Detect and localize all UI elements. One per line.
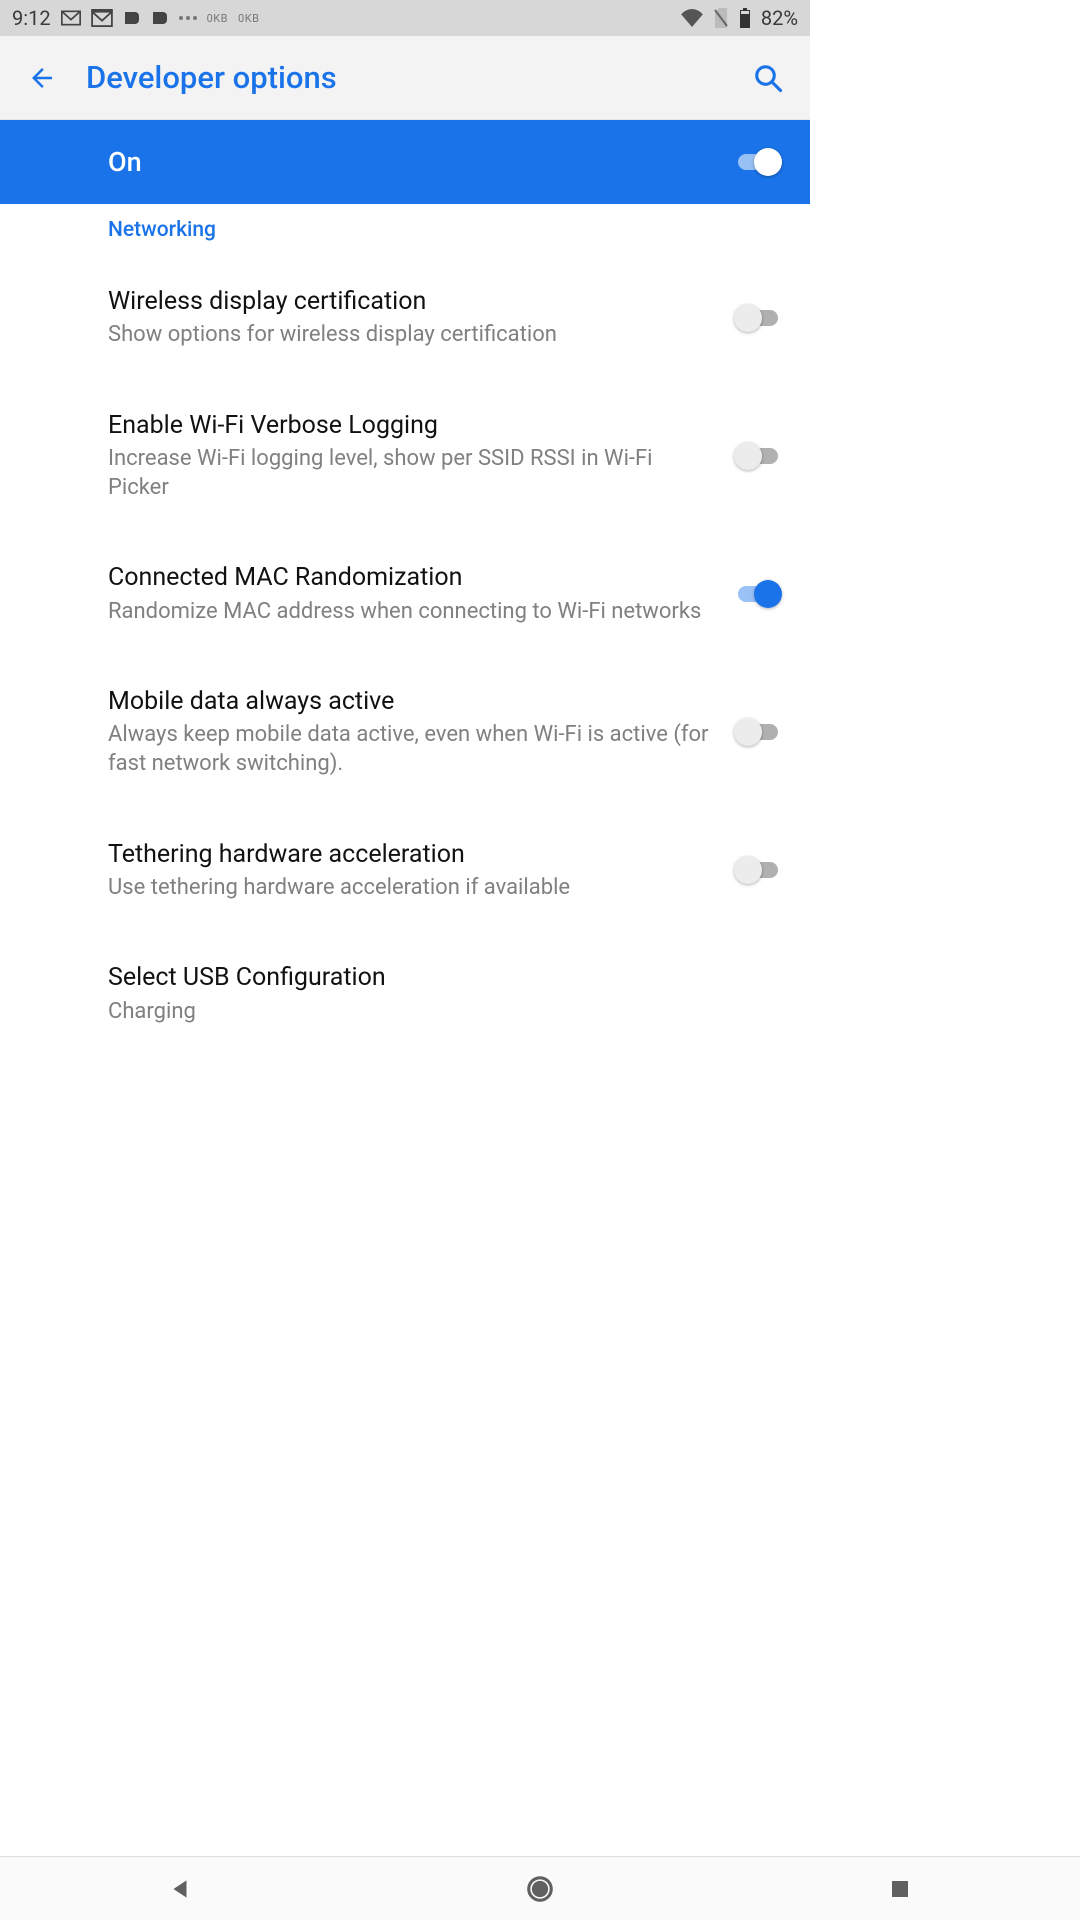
triangle-back-icon xyxy=(167,1876,193,1902)
setting-title: Select USB Configuration xyxy=(108,962,758,993)
net-speed-2: 0KB xyxy=(238,12,259,25)
setting-subtitle: Increase Wi-Fi logging level, show per S… xyxy=(108,445,710,502)
no-sim-icon xyxy=(713,8,729,28)
circle-home-icon xyxy=(525,1874,555,1904)
status-time: 9:12 xyxy=(12,6,51,30)
wifi-icon xyxy=(681,9,703,27)
setting-usb-config[interactable]: Select USB Configuration Charging xyxy=(0,932,810,1026)
toggle-mac-randomization[interactable] xyxy=(734,580,782,608)
setting-subtitle: Always keep mobile data active, even whe… xyxy=(108,721,710,778)
notification-icon xyxy=(123,10,141,26)
setting-subtitle: Use tethering hardware acceleration if a… xyxy=(108,874,710,903)
nav-recent-button[interactable] xyxy=(868,1857,932,1921)
setting-mac-randomization[interactable]: Connected MAC Randomization Randomize MA… xyxy=(0,532,810,656)
setting-title: Wireless display certification xyxy=(108,286,710,317)
arrow-left-icon xyxy=(27,63,57,93)
setting-wireless-display-cert[interactable]: Wireless display certification Show opti… xyxy=(0,256,810,380)
setting-wifi-verbose-logging[interactable]: Enable Wi-Fi Verbose Logging Increase Wi… xyxy=(0,380,810,532)
setting-title: Enable Wi-Fi Verbose Logging xyxy=(108,410,710,441)
nav-back-button[interactable] xyxy=(148,1857,212,1921)
nav-home-button[interactable] xyxy=(508,1857,572,1921)
status-bar: 9:12 0KB 0KB 82% xyxy=(0,0,810,36)
search-icon xyxy=(753,63,783,93)
setting-subtitle: Charging xyxy=(108,998,758,1027)
setting-mobile-data-always-active[interactable]: Mobile data always active Always keep mo… xyxy=(0,656,810,808)
gmail-icon xyxy=(61,10,81,26)
master-switch-row[interactable]: On xyxy=(0,120,810,204)
status-left: 9:12 0KB 0KB xyxy=(12,6,259,30)
gmail-icon xyxy=(91,9,113,27)
battery-percent: 82% xyxy=(761,6,798,30)
setting-title: Connected MAC Randomization xyxy=(108,562,710,593)
toggle-wifi-verbose-logging[interactable] xyxy=(734,442,782,470)
app-bar: Developer options xyxy=(0,36,810,120)
square-recent-icon xyxy=(888,1877,912,1901)
net-speed-1: 0KB xyxy=(207,12,228,25)
notification-icon xyxy=(151,10,169,26)
back-button[interactable] xyxy=(18,54,66,102)
setting-subtitle: Randomize MAC address when connecting to… xyxy=(108,598,710,627)
search-button[interactable] xyxy=(744,54,792,102)
overflow-dots-icon xyxy=(179,16,197,20)
battery-icon xyxy=(739,8,751,28)
setting-tethering-hw-accel[interactable]: Tethering hardware acceleration Use teth… xyxy=(0,809,810,933)
content-scroll[interactable]: On Networking Wireless display certifica… xyxy=(0,120,810,1376)
setting-title: Tethering hardware acceleration xyxy=(108,839,710,870)
section-header-networking: Networking xyxy=(0,204,810,256)
settings-list: Wireless display certification Show opti… xyxy=(0,256,810,1026)
master-switch-label: On xyxy=(108,146,734,178)
status-right: 82% xyxy=(681,6,798,30)
toggle-tethering-hw-accel[interactable] xyxy=(734,856,782,884)
master-toggle[interactable] xyxy=(734,148,782,176)
navigation-bar xyxy=(0,1856,1080,1920)
toggle-wireless-display-cert[interactable] xyxy=(734,304,782,332)
setting-title: Mobile data always active xyxy=(108,686,710,717)
page-title: Developer options xyxy=(86,59,744,96)
setting-subtitle: Show options for wireless display certif… xyxy=(108,321,710,350)
toggle-mobile-data-always-active[interactable] xyxy=(734,718,782,746)
